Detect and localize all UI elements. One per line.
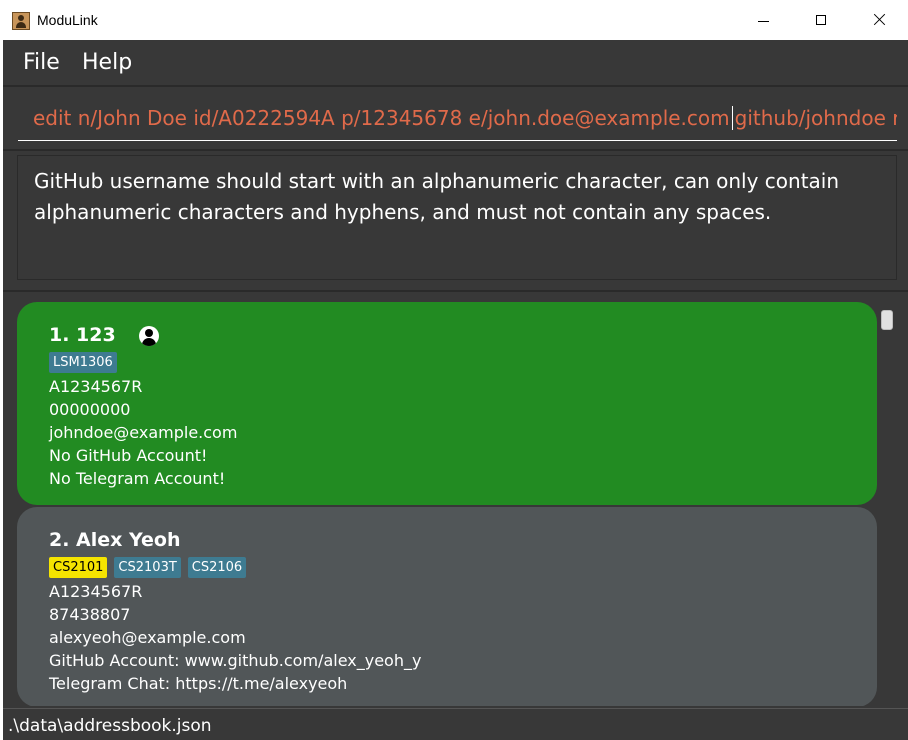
divider [3, 290, 908, 292]
minimize-button[interactable] [734, 3, 792, 40]
person-telegram: Telegram Chat: https://t.me/alexyeoh [49, 674, 348, 693]
menu-bar: File Help [3, 40, 908, 85]
person-email: alexyeoh@example.com [49, 628, 246, 647]
menu-file[interactable]: File [23, 50, 60, 75]
person-phone: 00000000 [49, 400, 131, 419]
person-list: 1. 123 LSM1306 A1234567R 00000000 johndo… [3, 293, 908, 706]
maximize-icon [816, 15, 826, 25]
minimize-icon [758, 21, 769, 22]
app-window: ModuLink File Help edit n/John Doe id/A0… [3, 3, 908, 740]
person-telegram: No Telegram Account! [49, 469, 226, 488]
app-icon [12, 12, 30, 30]
command-box: edit n/John Doe id/A0222594A p/12345678 … [3, 87, 908, 149]
person-id: A1234567R [49, 377, 143, 396]
person-phone: 87438807 [49, 605, 131, 624]
text-caret [731, 106, 733, 130]
person-card[interactable]: 2. Alex Yeoh CS2101 CS2103T CS2106 A123456… [17, 507, 877, 706]
result-message: GitHub username should start with an alp… [34, 169, 840, 224]
person-icon [139, 326, 159, 346]
tag: CS2101 [49, 557, 108, 578]
person-email: johndoe@example.com [49, 423, 238, 442]
person-name: 2. Alex Yeoh [49, 529, 181, 551]
window-title: ModuLink [37, 12, 98, 28]
person-card[interactable]: 1. 123 LSM1306 A1234567R 00000000 johndo… [17, 302, 877, 505]
tag-list: CS2101 CS2103T CS2106 [49, 556, 845, 580]
save-location: .\data\addressbook.json [8, 716, 212, 736]
tag: CS2103T [114, 557, 181, 578]
tag: LSM1306 [49, 352, 117, 373]
person-name-row: 2. Alex Yeoh [49, 529, 845, 555]
person-github: GitHub Account: www.github.com/alex_yeoh… [49, 651, 422, 670]
tag-list: LSM1306 [49, 351, 845, 375]
tag: CS2106 [187, 557, 247, 578]
close-button[interactable] [850, 3, 908, 40]
status-bar: .\data\addressbook.json [3, 708, 908, 740]
result-display: GitHub username should start with an alp… [17, 155, 897, 280]
person-github: No GitHub Account! [49, 446, 208, 465]
command-text-after-caret: github/johndoe r [734, 106, 897, 130]
maximize-button[interactable] [792, 3, 850, 40]
command-text-before-caret: edit n/John Doe id/A0222594A p/12345678 … [33, 106, 730, 130]
list-scrollbar-thumb[interactable] [881, 310, 893, 330]
menu-help[interactable]: Help [82, 50, 132, 75]
divider [3, 149, 908, 151]
person-name-row: 1. 123 [49, 324, 845, 350]
person-id: A1234567R [49, 582, 143, 601]
title-bar: ModuLink [3, 3, 908, 40]
person-name: 1. 123 [49, 324, 116, 346]
close-icon [872, 13, 886, 27]
command-input[interactable]: edit n/John Doe id/A0222594A p/12345678 … [18, 99, 897, 141]
